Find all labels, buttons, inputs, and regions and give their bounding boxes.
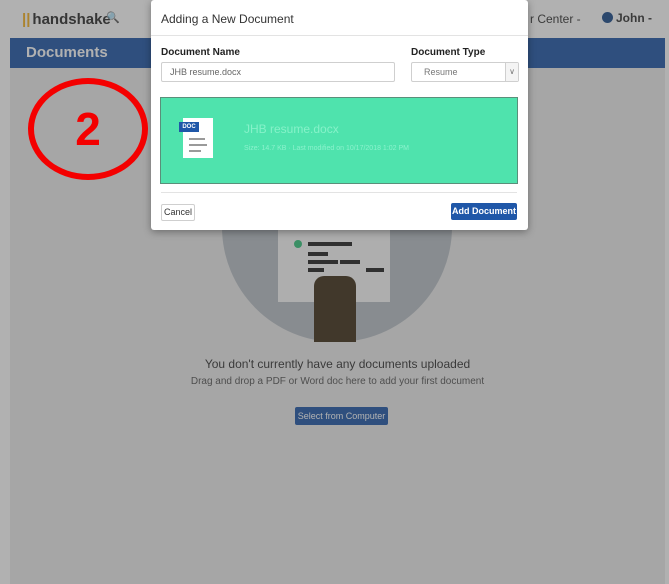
document-name-input[interactable]: JHB resume.docx: [161, 62, 395, 82]
document-file-icon: DOC: [179, 118, 213, 158]
file-type-tag: DOC: [179, 122, 199, 132]
modal-footer-divider: [161, 192, 517, 193]
document-name-label: Document Name: [161, 47, 240, 58]
add-document-modal: Adding a New Document Document Name Docu…: [151, 0, 528, 230]
cancel-button[interactable]: Cancel: [161, 204, 195, 221]
modal-header: Adding a New Document: [151, 0, 528, 36]
document-type-select[interactable]: Resume ∨: [411, 62, 519, 82]
uploaded-file-name: JHB resume.docx: [244, 122, 339, 136]
step-annotation-number: 2: [75, 103, 101, 155]
add-document-button[interactable]: Add Document: [451, 203, 517, 220]
uploaded-file-meta: Size: 14.7 KB · Last modified on 10/17/2…: [244, 145, 409, 152]
document-type-value: Resume: [424, 67, 458, 77]
chevron-down-icon[interactable]: ∨: [505, 63, 518, 81]
file-dropzone[interactable]: DOC JHB resume.docx Size: 14.7 KB · Last…: [160, 97, 518, 184]
document-type-label: Document Type: [411, 47, 486, 58]
modal-title: Adding a New Document: [161, 12, 294, 26]
